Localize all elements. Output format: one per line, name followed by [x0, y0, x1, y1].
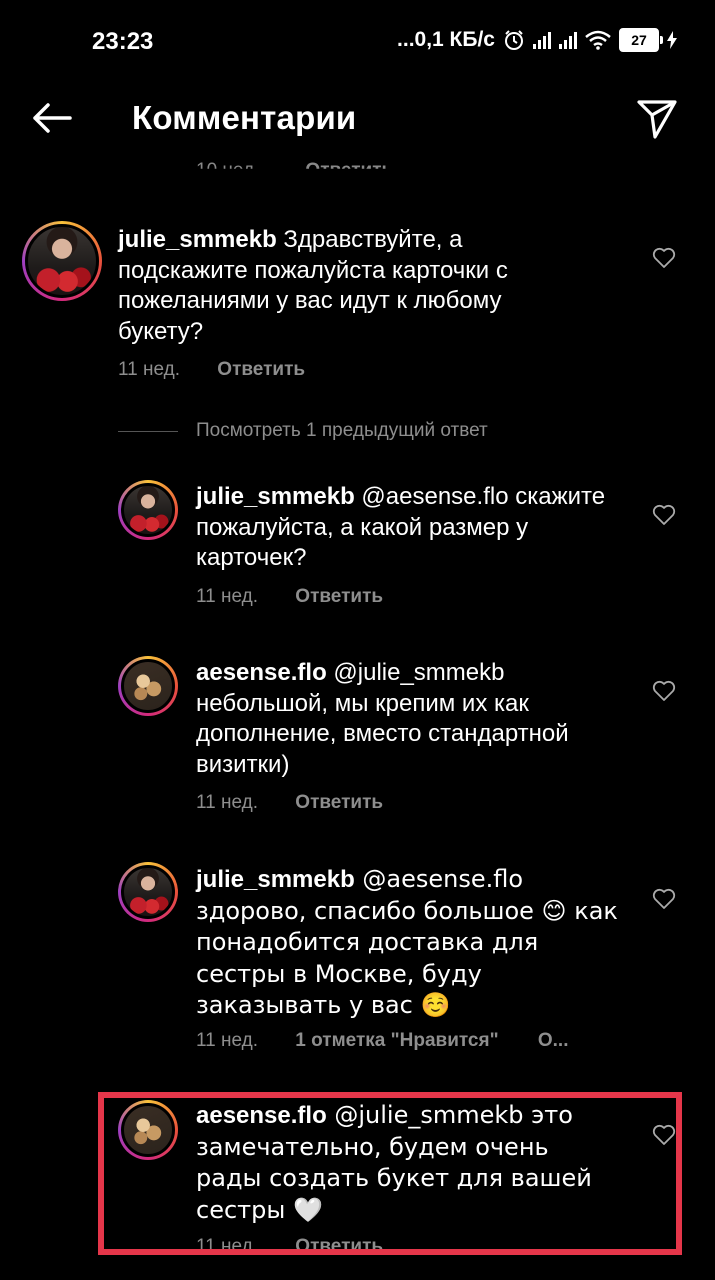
heart-icon[interactable] — [652, 1124, 676, 1146]
comment-time: 11 нед. — [118, 359, 181, 380]
reply-item: julie_smmekb @aesense.flo здорово, спаси… — [118, 862, 698, 1062]
comment-meta: 11 нед. Ответить — [196, 1236, 383, 1254]
signal-icon — [533, 31, 551, 49]
reply-button[interactable]: Ответить — [295, 586, 383, 607]
comment-meta: 11 нед. 1 отметка "Нравится" О... — [196, 1030, 569, 1052]
signal-icon-2 — [559, 31, 577, 49]
comment-time: 11 нед. — [196, 792, 259, 813]
more-button[interactable]: О... — [538, 1030, 569, 1051]
cut-off-reply: Ответить — [305, 160, 394, 181]
likes-count[interactable]: 1 отметка "Нравится" — [295, 1030, 498, 1051]
avatar[interactable] — [22, 221, 102, 301]
status-bar: 23:23 ...0,1 КБ/с 27 — [0, 0, 715, 84]
comment-meta: 11 нед. Ответить — [118, 359, 305, 381]
reply-button[interactable]: Ответить — [295, 1236, 383, 1254]
avatar[interactable] — [118, 480, 178, 540]
comment-text: aesense.flo @julie_smmekb это замечатель… — [196, 1100, 596, 1226]
header: Комментарии — [0, 84, 715, 154]
comment-meta: 11 нед. Ответить — [196, 792, 383, 814]
comment-text: julie_smmekb @aesense.flo скажите пожалу… — [196, 482, 636, 574]
wifi-icon — [585, 30, 611, 50]
avatar[interactable] — [118, 656, 178, 716]
view-previous-replies[interactable]: Посмотреть 1 предыдущий ответ — [118, 420, 488, 442]
comment-username[interactable]: julie_smmekb — [196, 483, 355, 510]
page-title: Комментарии — [132, 99, 357, 136]
cut-off-time: 10 нед. — [196, 160, 260, 181]
charging-icon — [667, 31, 677, 49]
cut-off-meta: 10 нед. Ответить — [196, 160, 394, 181]
comment-username[interactable]: aesense.flo — [196, 659, 327, 686]
comment-username[interactable]: aesense.flo — [196, 1102, 327, 1129]
reply-button[interactable]: Ответить — [295, 792, 383, 813]
reply-item: julie_smmekb @aesense.flo скажите пожалу… — [118, 480, 698, 620]
reply-item: aesense.flo @julie_smmekb небольшой, мы … — [118, 656, 698, 826]
comment-meta: 11 нед. Ответить — [196, 586, 383, 608]
reply-item: aesense.flo @julie_smmekb это замечатель… — [118, 1100, 698, 1254]
network-speed: ...0,1 КБ/с — [397, 28, 495, 51]
status-time: 23:23 — [92, 28, 154, 55]
comment-text: aesense.flo @julie_smmekb небольшой, мы … — [196, 658, 616, 780]
comment-item: julie_smmekb Здравствуйте, а подскажите … — [22, 221, 702, 391]
view-previous-replies-label: Посмотреть 1 предыдущий ответ — [196, 420, 488, 441]
heart-icon[interactable] — [652, 888, 676, 910]
comment-time: 11 нед. — [196, 1236, 259, 1254]
send-icon[interactable] — [635, 96, 679, 140]
heart-icon[interactable] — [652, 247, 676, 269]
reply-button[interactable]: Ответить — [217, 359, 305, 380]
avatar[interactable] — [118, 862, 178, 922]
battery-icon: 27 — [619, 28, 663, 52]
comment-time: 11 нед. — [196, 1030, 259, 1051]
back-arrow-icon[interactable] — [30, 96, 74, 140]
heart-icon[interactable] — [652, 680, 676, 702]
comment-username[interactable]: julie_smmekb — [196, 866, 355, 893]
comment-text: julie_smmekb @aesense.flo здорово, спаси… — [196, 864, 626, 1022]
heart-icon[interactable] — [652, 504, 676, 526]
comment-time: 11 нед. — [196, 586, 259, 607]
comment-username[interactable]: julie_smmekb — [118, 226, 277, 253]
comment-text: julie_smmekb Здравствуйте, а подскажите … — [118, 225, 578, 347]
alarm-icon — [505, 30, 523, 50]
avatar[interactable] — [118, 1100, 178, 1160]
status-icons: ...0,1 КБ/с 27 — [397, 28, 677, 52]
